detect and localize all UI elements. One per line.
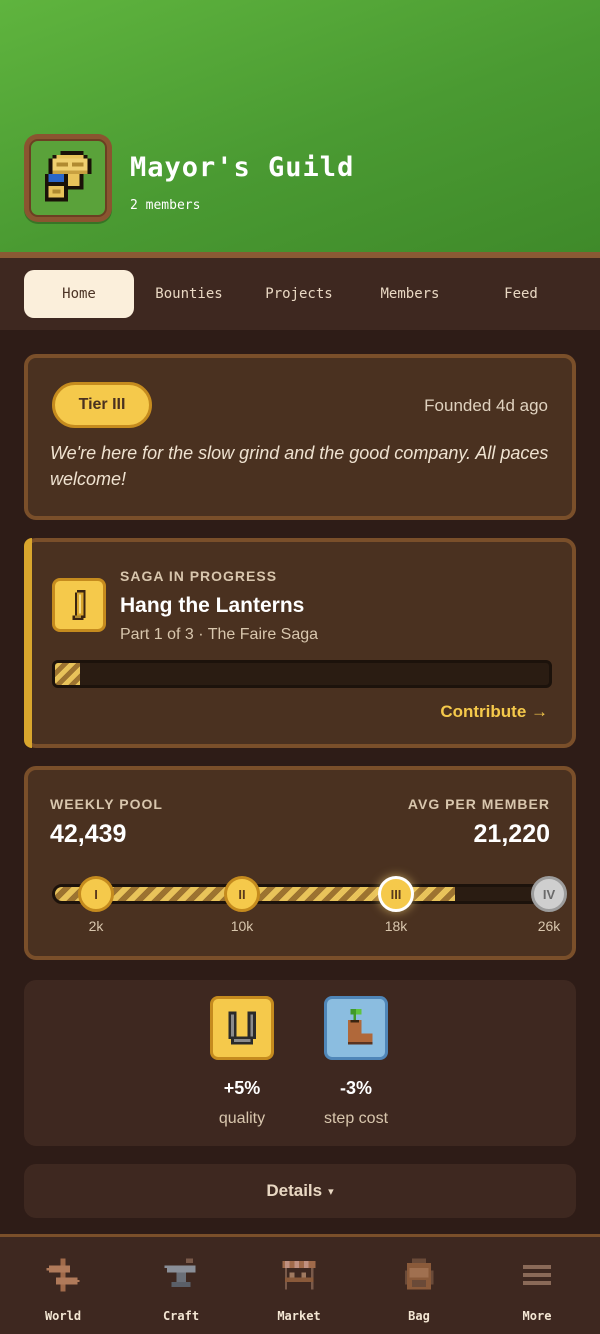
saga-subtitle: Part 1 of 3 · The Faire Saga	[120, 626, 319, 643]
signpost-icon	[43, 1255, 83, 1295]
milestone-4-label: 26k	[537, 918, 561, 934]
nav-bag-label: Bag	[408, 1309, 430, 1323]
tab-feed[interactable]: Feed	[466, 270, 576, 318]
milestone-4: IV	[531, 876, 567, 912]
tab-bounties[interactable]: Bounties	[134, 270, 244, 318]
anvil-icon	[161, 1255, 201, 1295]
milestone-1: I	[78, 876, 114, 912]
guild-name: Mayor's Guild	[130, 152, 355, 183]
avg-per-member-label: AVG PER MEMBER	[407, 796, 550, 812]
guild-about-card: Tier III Founded 4d ago We're here for t…	[24, 354, 576, 520]
lantern-scroll-icon	[52, 578, 106, 632]
perk-step-cost-label: step cost	[323, 1110, 389, 1127]
guild-emblem[interactable]	[24, 134, 112, 222]
weekly-pool-card: WEEKLY POOL 42,439 AVG PER MEMBER 21,220…	[24, 766, 576, 960]
caret-down-icon: ▾	[328, 1185, 334, 1198]
tab-members[interactable]: Members	[355, 270, 465, 318]
horseshoe-icon	[210, 996, 274, 1060]
perk-step-cost-value: -3%	[339, 1078, 372, 1098]
saga-title: Hang the Lanterns	[120, 594, 305, 617]
contribute-button[interactable]: Contribute →	[440, 702, 548, 722]
perk-quality-label: quality	[218, 1110, 266, 1127]
nav-craft-label: Craft	[162, 1309, 200, 1323]
weekly-pool-track	[52, 884, 552, 904]
tier-badge: Tier III	[52, 382, 152, 428]
guild-member-count: 2 members	[130, 198, 201, 213]
nav-world[interactable]: World	[18, 1255, 108, 1323]
guild-perks: +5% quality -3% step cost	[24, 980, 576, 1146]
details-label: Details	[266, 1181, 323, 1200]
nav-world-label: World	[44, 1309, 82, 1323]
saga-kicker: SAGA IN PROGRESS	[120, 568, 278, 584]
milestone-3-label: 18k	[384, 918, 408, 934]
nav-more-label: More	[522, 1309, 552, 1323]
tab-projects[interactable]: Projects	[244, 270, 354, 318]
guild-motto: We're here for the slow grind and the go…	[50, 443, 549, 489]
details-toggle[interactable]: Details ▾	[24, 1164, 576, 1218]
backpack-icon	[399, 1255, 439, 1295]
tab-home[interactable]: Home	[24, 270, 134, 318]
saga-card: SAGA IN PROGRESS Hang the Lanterns Part …	[24, 538, 576, 748]
milestone-1-label: 2k	[88, 918, 104, 934]
nav-bag[interactable]: Bag	[374, 1255, 464, 1323]
bottom-nav: World Craft Market Bag More	[0, 1234, 600, 1334]
nav-craft[interactable]: Craft	[136, 1255, 226, 1323]
golden-fist-icon	[29, 139, 107, 217]
saga-progress-bar	[52, 660, 552, 688]
avg-per-member-value: 21,220	[473, 820, 550, 848]
weekly-pool-value: 42,439	[50, 820, 127, 848]
tab-bar: Home Bounties Projects Members Feed	[0, 258, 600, 330]
nav-market-label: Market	[277, 1309, 321, 1323]
market-stall-icon	[279, 1255, 319, 1295]
nav-market[interactable]: Market	[254, 1255, 344, 1323]
founded-date: Founded 4d ago	[424, 396, 548, 415]
weekly-pool-label: WEEKLY POOL	[50, 796, 163, 812]
perk-quality-value: +5%	[223, 1078, 261, 1098]
guild-header: Mayor's Guild 2 members	[0, 0, 600, 252]
menu-icon	[517, 1255, 557, 1295]
milestone-3: III	[378, 876, 414, 912]
milestone-2-label: 10k	[230, 918, 254, 934]
saga-progress-fill	[55, 663, 80, 685]
nav-more[interactable]: More	[492, 1255, 582, 1323]
milestone-2: II	[224, 876, 260, 912]
sprout-boot-icon	[324, 996, 388, 1060]
